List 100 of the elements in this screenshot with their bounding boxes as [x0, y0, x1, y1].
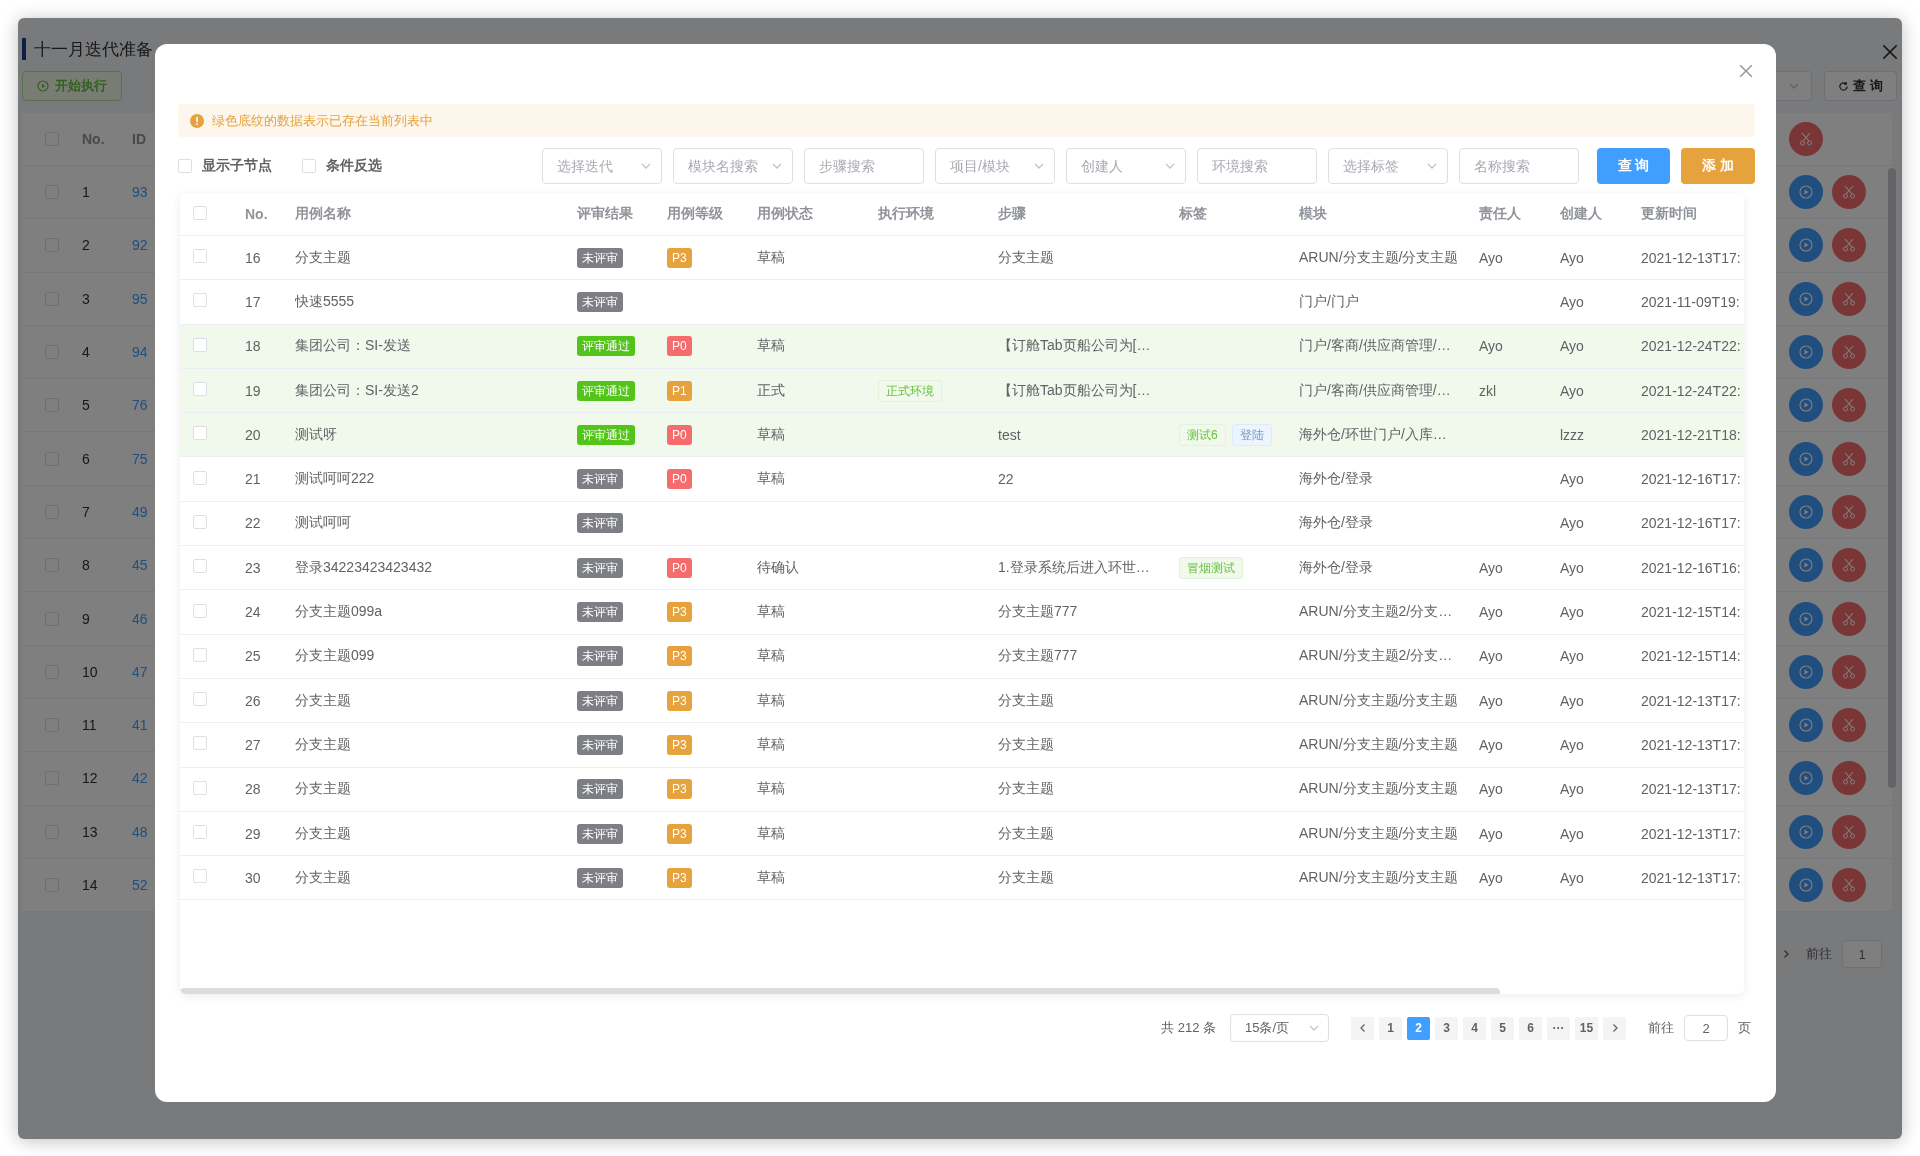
page-size-select[interactable]: 15条/页	[1230, 1014, 1329, 1042]
run-button[interactable]	[1789, 868, 1823, 902]
checkbox[interactable]	[193, 514, 207, 529]
delete-button[interactable]	[1832, 814, 1866, 849]
checkbox[interactable]	[193, 470, 207, 485]
run-button[interactable]	[1789, 281, 1823, 316]
delete-button[interactable]	[1832, 761, 1866, 796]
priority-label: P0	[667, 424, 692, 445]
table-row[interactable]: 25 分支主题099 未评审 P3 草稿 分支主题777 ARUN/分支主题2/分支… Ayo Ayo 2021-12-15T14:	[180, 634, 1744, 679]
scrollbar[interactable]	[180, 988, 1500, 994]
table-row[interactable]: 24 分支主题099a 未评审 P3 草稿 分支主题777 ARUN/分支主题2/分支… Ayo Ayo 2021-12-15T14:	[180, 590, 1744, 635]
checkbox[interactable]	[193, 825, 207, 839]
run-button[interactable]	[1789, 335, 1823, 370]
search-field[interactable]: 名称搜索	[1459, 148, 1579, 184]
page-button[interactable]: 6	[1519, 1016, 1542, 1040]
checkbox[interactable]	[193, 293, 207, 308]
table-row[interactable]: 23 登录34223423423432 未评审 P0 待确认 1.登录系统后进入环世… 冒烟测试 海外仓/登录 Ayo Ayo 2021-12-16T16:	[180, 546, 1744, 591]
review-label: 未评审	[577, 557, 623, 578]
run-button[interactable]	[1789, 441, 1823, 476]
run-button[interactable]	[1789, 175, 1823, 210]
table-cell-text: 2021-12-13T17:	[1641, 781, 1742, 798]
run-button[interactable]	[1789, 548, 1823, 583]
table-row[interactable]: 28 分支主题 未评审 P3 草稿 分支主题 ARUN/分支主题/分支主题 Ayo Ayo 2021-12-13T17:	[180, 767, 1744, 812]
table-row[interactable]: 26 分支主题 未评审 P3 草稿 分支主题 ARUN/分支主题/分支主题 Ayo Ayo 2021-12-13T17:	[180, 678, 1744, 724]
table-row[interactable]: 20 测试呀 评审通过 P0 草稿 test 测试6 登陆 海外仓/环世门户/入库… lzzz 2021-12-21T18:	[180, 413, 1744, 458]
table-cell-text: 1.登录系统后进入环世…	[998, 558, 1151, 577]
delete-button[interactable]	[1832, 708, 1866, 743]
table-row[interactable]: 19 集团公司：SI-发送2 评审通过 P1 正式 正式环境 【订舱Tab页船公司为[… 门户/客商/供应商管理/… zkl Ayo 2021-12-24T22:	[180, 368, 1744, 414]
delete-button[interactable]	[1832, 441, 1866, 476]
run-button[interactable]	[1789, 761, 1823, 796]
delete-button[interactable]	[1832, 654, 1866, 689]
table-row[interactable]: 22 测试呵呵 未评审 海外仓/登录 Ayo 2021-12-16T17:	[180, 501, 1744, 547]
page-input[interactable]: 1	[1842, 940, 1882, 968]
checkbox[interactable]	[193, 603, 207, 618]
delete-button[interactable]	[1832, 494, 1866, 529]
table-cell-text: 27	[245, 736, 262, 753]
review-label: 评审通过	[577, 424, 635, 445]
page-button[interactable]: 15	[1575, 1016, 1598, 1040]
table-row[interactable]: 17 快速5555 未评审 门户/门户 Ayo 2021-11-09T19:	[180, 280, 1744, 325]
checkbox[interactable]	[178, 159, 192, 173]
checkbox[interactable]	[193, 426, 207, 441]
checkbox[interactable]	[193, 382, 207, 397]
delete-button[interactable]	[1789, 122, 1823, 156]
query-button[interactable]: 查 询	[1824, 71, 1897, 101]
delete-button[interactable]	[1832, 548, 1866, 583]
checkbox[interactable]	[193, 249, 207, 264]
run-button[interactable]	[1789, 708, 1823, 743]
table-row[interactable]: 30 分支主题 未评审 P3 草稿 分支主题 ARUN/分支主题/分支主题 Ayo Ayo 2021-12-13T17:	[180, 856, 1744, 901]
run-button[interactable]	[1789, 494, 1823, 529]
select-field[interactable]: 创建人	[1066, 148, 1186, 184]
review-label: 未评审	[577, 734, 623, 755]
table-row[interactable]: 18 集团公司：SI-发送 评审通过 P0 草稿 【订舱Tab页船公司为[… 门户/客商/供应商管理/… Ayo Ayo 2021-12-24T22:	[180, 324, 1744, 369]
select-field[interactable]: 模块名搜索	[673, 148, 793, 184]
delete-button[interactable]	[1832, 281, 1866, 316]
run-button[interactable]	[1789, 654, 1823, 689]
checkbox[interactable]	[193, 337, 207, 352]
checkbox[interactable]	[193, 736, 207, 751]
select-field[interactable]	[1776, 71, 1812, 101]
checkbox[interactable]	[193, 205, 207, 220]
delete-button[interactable]	[1832, 601, 1866, 636]
select-field[interactable]: 选择迭代	[542, 148, 662, 184]
play-icon	[1799, 398, 1813, 413]
page-button[interactable]: 1	[1379, 1016, 1402, 1040]
checkbox[interactable]	[193, 647, 207, 662]
close-icon[interactable]	[1882, 44, 1898, 60]
delete-button[interactable]	[1832, 388, 1866, 423]
page-button[interactable]: 5	[1491, 1016, 1514, 1040]
page-button[interactable]: ···	[1547, 1016, 1570, 1040]
checkbox-label[interactable]: 条件反选	[326, 157, 382, 175]
checkbox[interactable]	[193, 559, 207, 574]
scrollbar[interactable]	[1888, 168, 1896, 788]
table-cell-text: ARUN/分支主题/分支主题	[1299, 248, 1460, 267]
table-row[interactable]: 16 分支主题 未评审 P3 草稿 分支主题 ARUN/分支主题/分支主题 Ayo Ayo 2021-12-13T17:	[180, 236, 1744, 281]
page-button[interactable]: 4	[1463, 1016, 1486, 1040]
close-icon[interactable]	[1739, 64, 1753, 78]
page-input[interactable]: 2	[1684, 1015, 1728, 1041]
delete-button[interactable]	[1832, 228, 1866, 263]
run-button[interactable]	[1789, 228, 1823, 263]
table-row[interactable]: 29 分支主题 未评审 P3 草稿 分支主题 ARUN/分支主题/分支主题 Ayo Ayo 2021-12-13T17:	[180, 811, 1744, 857]
checkbox[interactable]	[193, 780, 207, 795]
run-button[interactable]	[1789, 601, 1823, 636]
run-button[interactable]	[1789, 388, 1823, 423]
delete-button[interactable]	[1832, 868, 1866, 902]
checkbox-label[interactable]: 显示子节点	[202, 157, 272, 175]
delete-button[interactable]	[1832, 335, 1866, 370]
run-button[interactable]	[1789, 814, 1823, 849]
select-field[interactable]: 选择标签	[1328, 148, 1448, 184]
checkbox[interactable]	[193, 869, 207, 884]
search-field[interactable]: 环境搜索	[1197, 148, 1317, 184]
checkbox[interactable]	[193, 692, 207, 707]
delete-button[interactable]	[1832, 175, 1866, 210]
table-row[interactable]: 21 测试呵呵222 未评审 P0 草稿 22 海外仓/登录 Ayo 2021-12-16T17:	[180, 457, 1744, 502]
select-field[interactable]: 项目/模块	[935, 148, 1055, 184]
page-button[interactable]: 3	[1435, 1016, 1458, 1040]
next-page-button[interactable]	[1603, 1016, 1626, 1040]
checkbox[interactable]	[302, 159, 316, 173]
table-row[interactable]: 27 分支主题 未评审 P3 草稿 分支主题 ARUN/分支主题/分支主题 Ayo Ayo 2021-12-13T17:	[180, 723, 1744, 768]
prev-page-button[interactable]	[1351, 1016, 1374, 1040]
search-field[interactable]: 步骤搜索	[804, 148, 924, 184]
table-cell-text: Ayo	[1560, 559, 1585, 576]
